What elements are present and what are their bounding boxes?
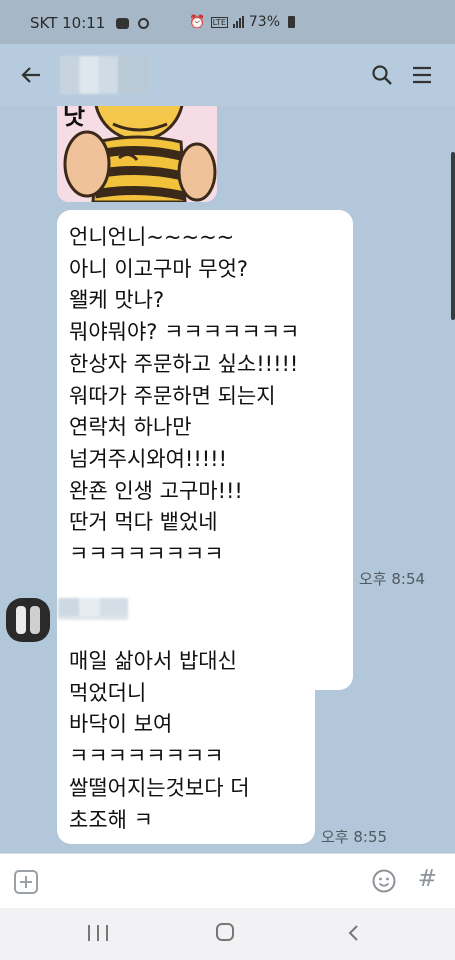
message-input[interactable] (50, 864, 354, 900)
message-line: 연락처 하나만 (69, 415, 192, 440)
recents-button[interactable] (88, 925, 108, 941)
arrow-left-icon (21, 67, 40, 83)
message-line: 쌀떨어지는것보다 더 (69, 775, 250, 800)
sender-name (58, 598, 128, 620)
message-timestamp: 오후 8:55 (321, 828, 388, 846)
svg-text:낫: 낫 (63, 106, 85, 130)
message-line: 워따가 주문하면 되는지 (69, 383, 276, 408)
chat-area[interactable]: 낫 언니언니~~~~~ 아니 이고구마 무엇? 왤케 맛나? 뭐야뭐야? ㅋㅋㅋ… (0, 106, 455, 853)
battery-level: 73% (248, 14, 280, 30)
signal-icon (232, 16, 244, 28)
emoji-button[interactable] (371, 868, 397, 894)
message-input-bar: # (0, 853, 455, 909)
message-line: 넘겨주시와여!!!!! (69, 446, 228, 471)
message-line: 딴거 먹다 뱉었네 (69, 510, 218, 535)
message-line: 왤케 맛나? (69, 288, 165, 313)
message-line: 바닥이 보여 (69, 712, 173, 737)
message-line: 아니 이고구마 무엇? (69, 256, 249, 281)
bee-sticker[interactable]: 낫 (57, 106, 217, 202)
chevron-left-icon (348, 925, 358, 941)
battery-icon (288, 16, 295, 28)
scroll-indicator[interactable] (451, 152, 455, 320)
back-button[interactable] (14, 58, 48, 92)
menu-button[interactable] (407, 60, 437, 90)
message-line: 초조해 ㅋ (69, 807, 153, 832)
alarm-icon: ⏰ (189, 14, 206, 30)
message-line: 언니언니~~~~~ (69, 225, 235, 249)
chat-header (0, 44, 455, 106)
message-line: 먹었더니 (69, 680, 147, 705)
system-back-button[interactable] (344, 923, 364, 943)
message-timestamp: 오후 8:54 (359, 570, 426, 588)
home-button[interactable] (216, 923, 234, 941)
message-line: 매일 삶아서 밥대신 (69, 649, 237, 673)
search-icon (372, 65, 392, 85)
message-line: ㅋㅋㅋㅋㅋㅋㅋㅋ (69, 542, 224, 567)
status-right: ⏰ LTE 73% (189, 14, 295, 30)
attach-button[interactable] (14, 870, 38, 894)
message-line: ㅋㅋㅋㅋㅋㅋㅋㅋ (69, 744, 224, 769)
avatar[interactable] (6, 598, 50, 642)
status-left: SKT 10:11 (30, 14, 149, 32)
emoji-icon (372, 869, 396, 893)
bee-character-image: 낫 (57, 106, 217, 202)
status-bar: SKT 10:11 ⏰ LTE 73% (0, 0, 455, 44)
message-line: 뭐야뭐야? ㅋㅋㅋㅋㅋㅋㅋ (69, 320, 300, 345)
message-notification-icon (116, 18, 130, 29)
chat-title (60, 56, 148, 94)
message-line: 완죤 인생 고구마!!! (69, 478, 243, 503)
lte-indicator: LTE (210, 16, 228, 28)
message-line: 한상자 주문하고 싶소!!!!! (69, 351, 299, 376)
search-button[interactable] (367, 60, 397, 90)
app-notification-icon (137, 18, 149, 29)
hamburger-menu-icon (413, 66, 431, 84)
system-nav-bar (0, 908, 455, 960)
message-bubble[interactable]: 매일 삶아서 밥대신 먹었더니 바닥이 보여 ㅋㅋㅋㅋㅋㅋㅋㅋ 쌀떨어지는것보다… (57, 634, 315, 844)
hashtag-button[interactable]: # (418, 866, 437, 892)
carrier-time: SKT 10:11 (30, 14, 106, 32)
